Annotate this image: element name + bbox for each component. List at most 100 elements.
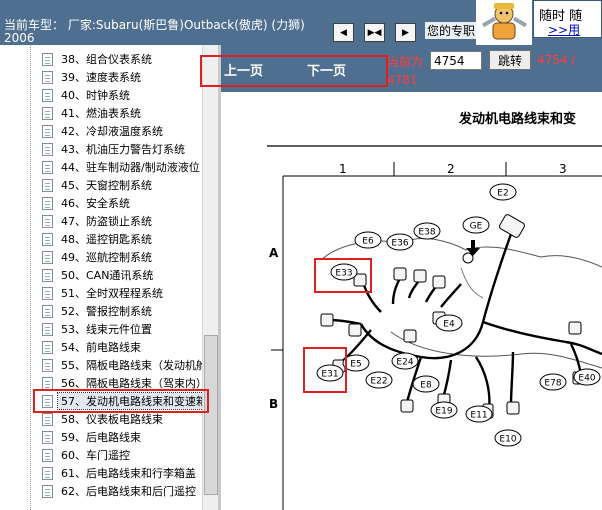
ad-box-link[interactable]: >>用 (548, 21, 580, 38)
current-car-model: 当前车型： 厂家:Subaru(斯巴鲁)Outback(傲虎) (力狮) 200… (4, 19, 305, 45)
connector-e11: E11 (465, 405, 493, 423)
document-icon (42, 215, 53, 228)
connector-e78: E78 (539, 373, 567, 391)
col-label-1: 1 (339, 162, 347, 176)
document-icon (42, 179, 53, 192)
tree-item[interactable]: 45、天窗控制系统 (0, 176, 200, 194)
tree-scrollbar[interactable] (202, 45, 218, 510)
fit-page-button[interactable]: ▶◀ (364, 23, 385, 42)
tree-item-label: 61、后电路线束和行李箱盖 (61, 467, 196, 480)
document-icon (42, 413, 53, 426)
connector-e22: E22 (365, 371, 393, 389)
tree-item-label: 53、线束元件位置 (61, 323, 152, 336)
document-icon (42, 341, 53, 354)
page-number-input[interactable] (430, 51, 482, 70)
tree-item-label: 44、驻车制动器/制动液液位 (61, 161, 200, 174)
document-icon (42, 53, 53, 66)
tree-item-label: 55、隔板电路线束（发动机舱 (61, 359, 207, 372)
tree-item-label: 43、机油压力警告灯系统 (61, 143, 185, 156)
ad-box[interactable]: 随时 随 >>用 (533, 0, 602, 38)
step-left-icon: ◀ (340, 27, 347, 38)
col-label-3: 3 (559, 162, 567, 176)
ad-banner-text: 您的专职 (425, 22, 478, 39)
tree-item[interactable]: 39、速度表系统 (0, 68, 200, 86)
scrollbar-thumb[interactable] (204, 335, 218, 495)
prev-page-link[interactable]: 上一页 (224, 60, 263, 79)
svg-text:E24: E24 (396, 358, 413, 368)
document-icon (42, 431, 53, 444)
connector-e2: E2 (489, 183, 517, 201)
tree-item-label: 47、防盗锁止系统 (61, 215, 152, 228)
tree-item[interactable]: 49、巡航控制系统 (0, 248, 200, 266)
connector-e38: E38 (413, 222, 441, 240)
tree-item[interactable]: 60、车门遥控 (0, 446, 200, 464)
svg-text:E36: E36 (391, 239, 408, 249)
first-page-button[interactable]: ◀ (333, 23, 354, 42)
go-to-page-button[interactable]: 跳转 (489, 50, 531, 70)
tree-item[interactable]: 59、后电路线束 (0, 428, 200, 446)
tree-item-label: 56、隔板电路线束（驾束内） (61, 377, 207, 390)
page-total-b: 4781 (387, 73, 418, 87)
connector-e6: E6 (354, 231, 382, 249)
fit-arrows-icon: ▶◀ (367, 27, 382, 38)
tree-item[interactable]: 43、机油压力警告灯系统 (0, 140, 200, 158)
page-navigation-bar: 上一页 下一页 当前为 跳转 4754 / 4781 (221, 45, 602, 92)
tree-item[interactable]: 44、驻车制动器/制动液液位 (0, 158, 200, 176)
tree-item[interactable]: 48、遥控钥匙系统 (0, 230, 200, 248)
tree-item[interactable]: 62、后电路线束和后门遥控 (0, 482, 200, 500)
svg-text:E2: E2 (497, 189, 508, 199)
row-label-a: A (269, 246, 279, 260)
tree-item[interactable]: 46、安全系统 (0, 194, 200, 212)
connector-e4: E4 (435, 314, 463, 332)
connector-e24: E24 (391, 352, 419, 370)
tree-item[interactable]: 52、警报控制系统 (0, 302, 200, 320)
tree-item[interactable]: 41、燃油表系统 (0, 104, 200, 122)
tree-item[interactable]: 61、后电路线束和行李箱盖 (0, 464, 200, 482)
tree-item-label: 51、全时双程程系统 (61, 287, 163, 300)
connector-e33: E33 (330, 263, 358, 281)
document-icon (42, 71, 53, 84)
next-page-button[interactable]: ▶ (395, 23, 416, 42)
document-icon (42, 125, 53, 138)
document-icon (42, 449, 53, 462)
tree-item[interactable]: 38、组合仪表系统 (0, 50, 200, 68)
svg-text:E40: E40 (578, 374, 595, 384)
document-icon (42, 269, 53, 282)
svg-text:E8: E8 (420, 381, 432, 391)
tree-item-label: 57、发动机电路线束和变速箱 (57, 392, 204, 410)
connector-e10: E10 (494, 429, 522, 447)
wiring-diagram-page: 发动机电路线束和变 1 2 3 A B E2 GE E6 E36 E38 E33… (221, 92, 602, 510)
tree-item-label: 60、车门遥控 (61, 449, 130, 462)
row-label-b: B (269, 397, 278, 411)
document-icon (42, 485, 53, 498)
col-label-2: 2 (447, 162, 455, 176)
next-page-link[interactable]: 下一页 (307, 60, 346, 79)
tree-item[interactable]: 56、隔板电路线束（驾束内） (0, 374, 207, 392)
connector-e19: E19 (430, 401, 458, 419)
tree-item[interactable]: 42、冷却液温度系统 (0, 122, 200, 140)
tree-item-label: 45、天窗控制系统 (61, 179, 152, 192)
tree-item[interactable]: 55、隔板电路线束（发动机舱 (0, 356, 207, 374)
tree-item[interactable]: 50、CAN通讯系统 (0, 266, 200, 284)
tree-item[interactable]: 51、全时双程程系统 (0, 284, 200, 302)
tree-item[interactable]: 40、时钟系统 (0, 86, 200, 104)
svg-text:E78: E78 (544, 379, 561, 389)
document-icon (42, 395, 53, 408)
tree-item-label: 39、速度表系统 (61, 71, 141, 84)
document-icon (42, 377, 53, 390)
connector-labels: E2 GE E6 E36 E38 E33 E4 E5 E24 E22 E31 E8 E19 E11 E10 E… (316, 183, 601, 447)
svg-text:E19: E19 (435, 407, 452, 417)
connector-e8: E8 (412, 375, 440, 393)
document-icon (42, 107, 53, 120)
document-icon (42, 143, 53, 156)
tree-item[interactable]: 54、前电路线束 (0, 338, 200, 356)
tree-item[interactable]: 58、仪表板电路线束 (0, 410, 200, 428)
tree-item[interactable]: 47、防盗锁止系统 (0, 212, 200, 230)
tree-item[interactable]: 57、发动机电路线束和变速箱 (0, 392, 204, 410)
svg-text:E38: E38 (418, 228, 435, 238)
wiring-diagram: 1 2 3 A B E2GEE6 E36E38E33E4E5 E24E22E31… (267, 145, 602, 510)
connector-e40: E40 (573, 368, 601, 386)
tree-item[interactable]: 53、线束元件位置 (0, 320, 200, 338)
svg-text:E31: E31 (321, 370, 338, 380)
mechanic-mascot-icon (476, 0, 532, 45)
